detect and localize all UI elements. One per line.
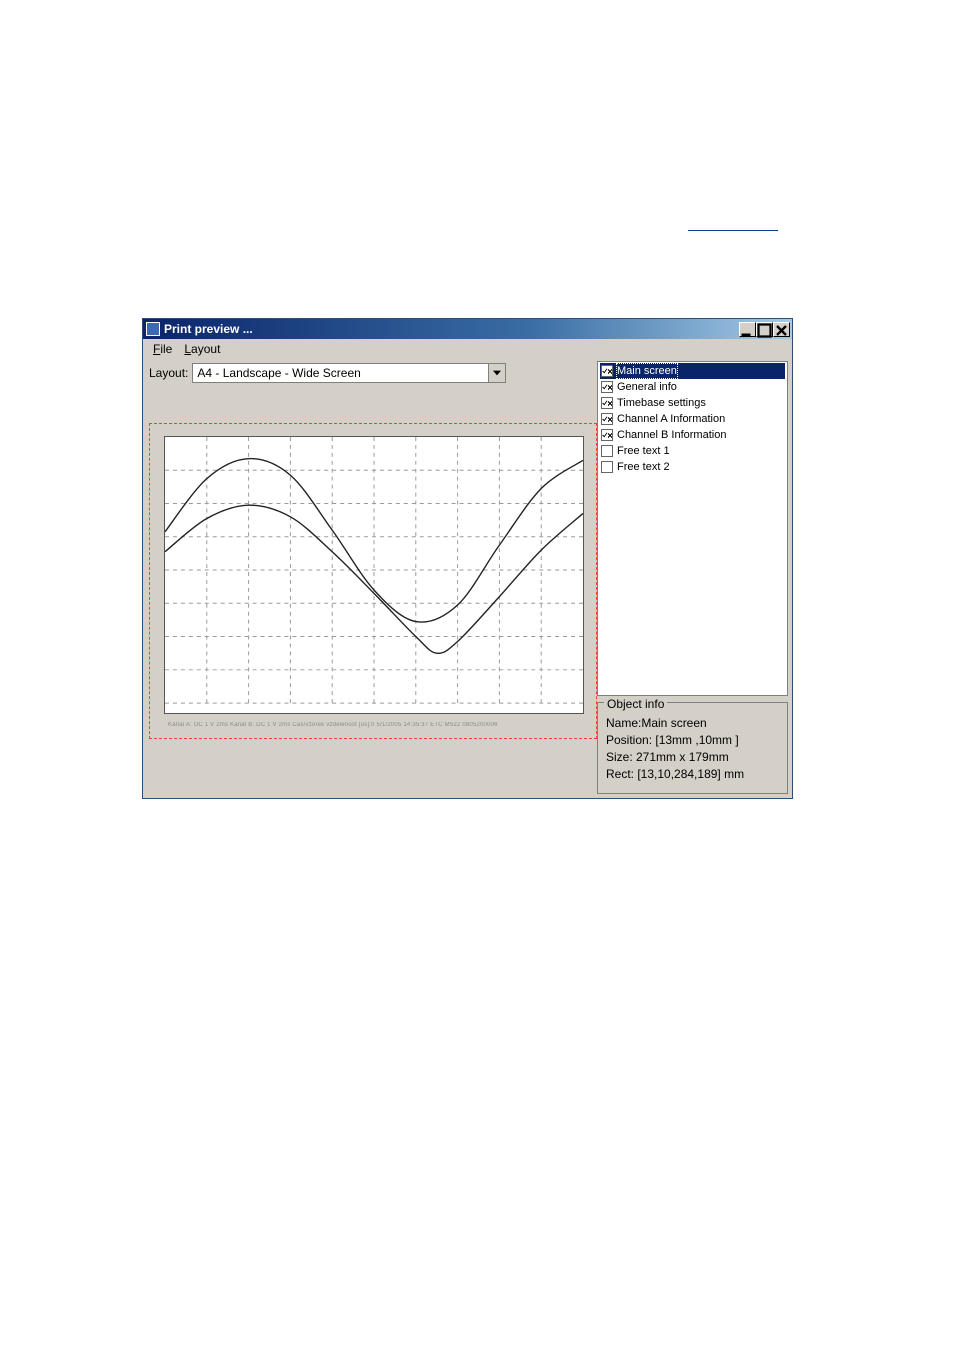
checklist-row[interactable]: Channel B Information — [600, 427, 785, 443]
preview-area: Kanal A: DC 1 V 2ms Kanal B: DC 1 V 2ms … — [149, 423, 591, 790]
checklist-label: Channel A Information — [616, 411, 726, 427]
checkbox[interactable] — [601, 413, 613, 425]
preview-footer-text: Kanal A: DC 1 V 2ms Kanal B: DC 1 V 2ms … — [168, 722, 578, 728]
layout-label: Layout: — [149, 366, 188, 380]
waveform-plot — [165, 437, 583, 713]
checklist-label: General info — [616, 379, 678, 395]
titlebar[interactable]: Print preview ... — [143, 319, 792, 339]
page-outline[interactable]: Kanal A: DC 1 V 2ms Kanal B: DC 1 V 2ms … — [149, 423, 597, 739]
checkbox[interactable] — [601, 445, 613, 457]
checklist-label: Free text 2 — [616, 459, 671, 475]
close-button[interactable] — [773, 322, 790, 337]
menubar: File Layout — [143, 339, 792, 359]
layout-combo-value: A4 - Landscape - Wide Screen — [193, 364, 488, 382]
checkbox[interactable] — [601, 397, 613, 409]
window-title: Print preview ... — [164, 322, 735, 336]
menu-layout[interactable]: Layout — [180, 341, 224, 357]
object-info-rect: Rect: [13,10,284,189] mm — [606, 766, 779, 783]
checkbox[interactable] — [601, 461, 613, 473]
checklist-row[interactable]: Free text 1 — [600, 443, 785, 459]
menu-file[interactable]: File — [149, 341, 176, 357]
object-checklist[interactable]: Main screenGeneral infoTimebase settings… — [597, 361, 788, 696]
checklist-row[interactable]: Channel A Information — [600, 411, 785, 427]
side-pane: Main screenGeneral infoTimebase settings… — [597, 359, 792, 798]
layout-combo[interactable]: A4 - Landscape - Wide Screen — [192, 363, 506, 383]
link-placeholder — [688, 229, 778, 231]
checklist-row[interactable]: General info — [600, 379, 785, 395]
dropdown-icon[interactable] — [488, 364, 505, 382]
object-info-position: Position: [13mm ,10mm ] — [606, 732, 779, 749]
maximize-button[interactable] — [756, 322, 773, 337]
object-info-group: Object info Name:Main screen Position: [… — [597, 702, 788, 794]
checklist-row[interactable]: Timebase settings — [600, 395, 785, 411]
checkbox[interactable] — [601, 429, 613, 441]
checklist-label: Main screen — [616, 363, 678, 379]
minimize-button[interactable] — [739, 322, 756, 337]
checklist-label: Channel B Information — [616, 427, 727, 443]
print-preview-window: Print preview ... File Layout Layout: A4… — [142, 318, 793, 799]
checklist-label: Free text 1 — [616, 443, 671, 459]
checklist-row[interactable]: Main screen — [600, 363, 785, 379]
object-info-legend: Object info — [604, 696, 667, 713]
checkbox[interactable] — [601, 381, 613, 393]
object-info-name: Name:Main screen — [606, 715, 779, 732]
checklist-row[interactable]: Free text 2 — [600, 459, 785, 475]
checkbox[interactable] — [601, 365, 613, 377]
main-screen-object[interactable] — [164, 436, 584, 714]
object-info-size: Size: 271mm x 179mm — [606, 749, 779, 766]
left-pane: Layout: A4 - Landscape - Wide Screen — [143, 359, 597, 798]
app-icon — [146, 322, 160, 336]
checklist-label: Timebase settings — [616, 395, 707, 411]
